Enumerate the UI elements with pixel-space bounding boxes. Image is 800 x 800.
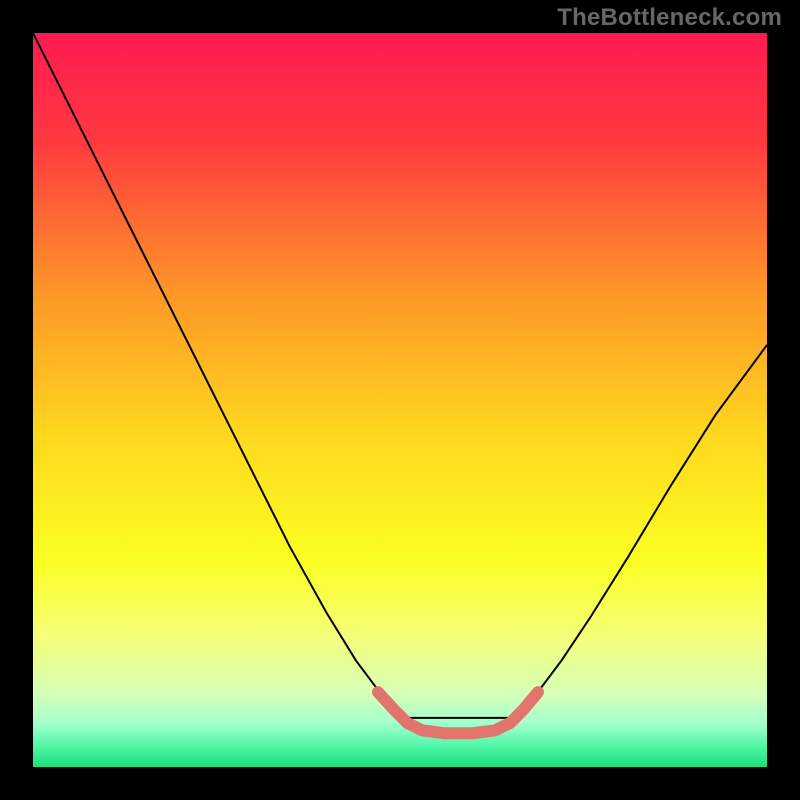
chart-plot-area bbox=[33, 33, 767, 767]
chart-background bbox=[33, 33, 767, 767]
chart-frame: TheBottleneck.com bbox=[0, 0, 800, 800]
chart-svg bbox=[33, 33, 767, 767]
watermark-label: TheBottleneck.com bbox=[557, 4, 782, 32]
